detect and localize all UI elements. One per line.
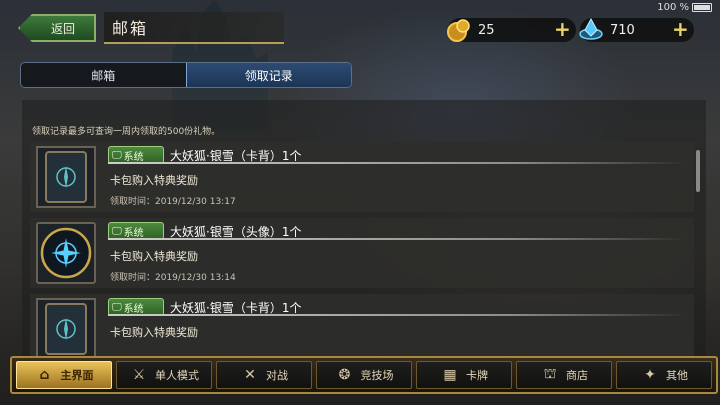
nav-arena-label: 竞技场	[360, 369, 394, 382]
badge-label: 系统	[123, 303, 144, 315]
gold-amount: 25	[478, 22, 495, 38]
gem-currency: 710 +	[579, 17, 694, 42]
tab-mailbox-label: 邮箱	[91, 68, 116, 83]
more-icon: ✦	[644, 367, 656, 383]
claim-time: 领取时间：2019/12/30 13:14	[110, 273, 236, 283]
nav-shop[interactable]: ⛫ 商店	[516, 361, 612, 389]
tab-claim-records[interactable]: 领取记录	[185, 63, 351, 87]
nav-other-label: 其他	[666, 369, 688, 382]
tab-bar: 邮箱 领取记录	[20, 62, 352, 88]
bottom-nav: ⌂ 主界面 ⚔ 单人模式 ✕ 对战 ❂ 竞技场 ▦ 卡牌 ⛫ 商店 ✦ 其他	[10, 356, 718, 394]
item-description: 卡包购入特典奖励	[110, 326, 198, 339]
gold-currency: 25 +	[447, 18, 576, 42]
divider	[108, 238, 686, 240]
nav-arena[interactable]: ❂ 竞技场	[316, 361, 412, 389]
gold-pouch-icon	[444, 15, 474, 45]
scrollbar[interactable]	[696, 150, 700, 192]
badge-label: 系统	[123, 151, 144, 163]
records-note: 领取记录最多可查询一周内领取的500份礼物。	[32, 127, 221, 137]
battery-text: 100 %	[657, 2, 689, 13]
card-back-thumbnail	[36, 298, 96, 356]
nav-battle[interactable]: ✕ 对战	[216, 361, 312, 389]
nav-home-label: 主界面	[60, 369, 94, 382]
list-item[interactable]: 🖵 系统 大妖狐·银雪（卡背）1个 卡包购入特典奖励	[30, 294, 694, 356]
tab-claim-records-label: 领取记录	[244, 68, 293, 83]
back-button[interactable]: 返回	[18, 14, 96, 42]
list-item[interactable]: 🖵 系统 大妖狐·银雪（头像）1个 卡包购入特典奖励 领取时间：2019/12/3…	[30, 218, 694, 288]
item-description: 卡包购入特典奖励	[110, 250, 198, 263]
item-description: 卡包购入特典奖励	[110, 174, 198, 187]
card-back-thumbnail	[36, 146, 96, 208]
divider	[108, 162, 686, 164]
page-title-text: 邮箱	[112, 19, 149, 38]
sword-icon: ⚔	[132, 367, 146, 383]
add-gem-button[interactable]: +	[672, 19, 689, 39]
crystal-icon	[576, 15, 606, 45]
nav-shop-label: 商店	[566, 369, 588, 382]
shop-icon: ⛫	[543, 366, 557, 382]
divider	[108, 314, 686, 316]
nav-other[interactable]: ✦ 其他	[616, 361, 712, 389]
add-gold-button[interactable]: +	[554, 19, 571, 39]
nav-single-player-label: 单人模式	[155, 369, 199, 382]
back-label: 返回	[50, 21, 75, 36]
crossed-swords-icon: ✕	[244, 367, 256, 383]
avatar-thumbnail	[36, 222, 96, 284]
monitor-icon: 🖵	[112, 225, 122, 237]
battery-status: 100 %	[657, 2, 712, 13]
nav-home[interactable]: ⌂ 主界面	[16, 361, 112, 389]
battery-icon	[692, 3, 712, 12]
list-item[interactable]: 🖵 系统 大妖狐·银雪（卡背）1个 卡包购入特典奖励 领取时间：2019/12/3…	[30, 142, 694, 212]
records-list[interactable]: 🖵 系统 大妖狐·银雪（卡背）1个 卡包购入特典奖励 领取时间：2019/12/3…	[30, 138, 694, 356]
monitor-icon: 🖵	[112, 149, 122, 161]
nav-single-player[interactable]: ⚔ 单人模式	[116, 361, 212, 389]
nav-cards[interactable]: ▦ 卡牌	[416, 361, 512, 389]
nav-cards-label: 卡牌	[466, 369, 488, 382]
claim-time: 领取时间：2019/12/30 13:17	[110, 197, 236, 207]
badge-label: 系统	[123, 227, 144, 239]
tab-mailbox[interactable]: 邮箱	[21, 63, 186, 87]
nav-battle-label: 对战	[266, 369, 288, 382]
cards-icon: ▦	[443, 367, 457, 383]
gem-amount: 710	[610, 22, 635, 38]
arena-icon: ❂	[338, 367, 351, 383]
home-icon: ⌂	[39, 367, 50, 383]
monitor-icon: 🖵	[112, 301, 122, 313]
page-title: 邮箱	[104, 12, 284, 44]
